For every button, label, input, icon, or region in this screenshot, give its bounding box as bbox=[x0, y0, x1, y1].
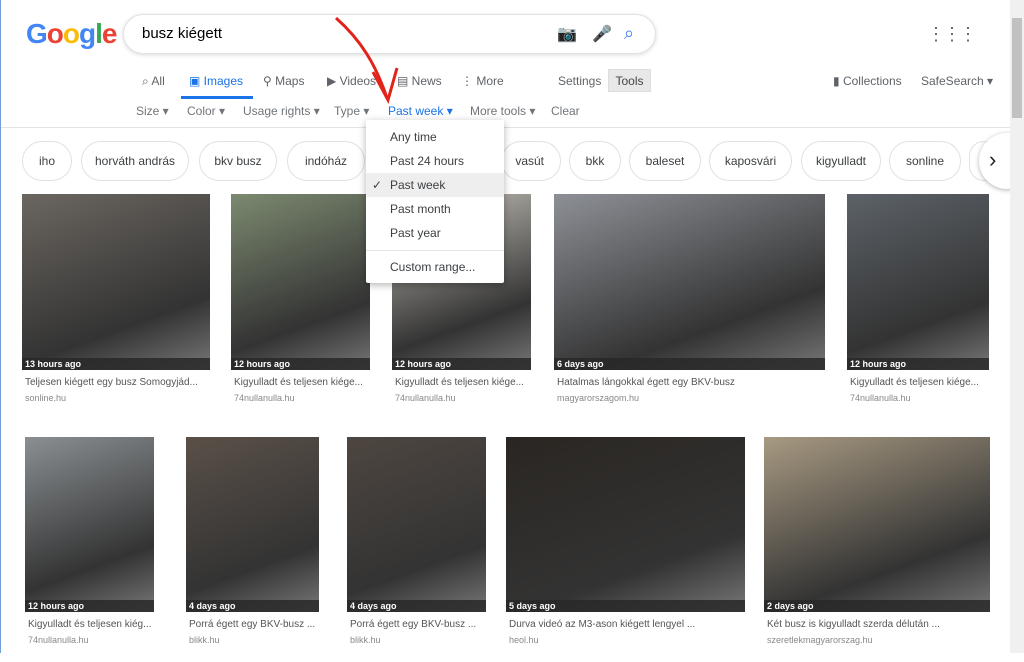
chip[interactable]: kaposvári bbox=[709, 141, 792, 181]
result-thumbnail[interactable] bbox=[25, 437, 154, 612]
result-age: 12 hours ago bbox=[392, 358, 531, 370]
scrollbar-thumb[interactable] bbox=[1012, 18, 1022, 118]
filter-size[interactable]: Size ▾ bbox=[136, 104, 169, 118]
result-age: 13 hours ago bbox=[22, 358, 210, 370]
filter-usage-rights[interactable]: Usage rights ▾ bbox=[243, 104, 320, 118]
divider bbox=[1, 127, 1011, 128]
result-thumbnail[interactable] bbox=[764, 437, 990, 612]
image-result[interactable]: 4 days ago Porrá égett egy BKV-busz ... … bbox=[347, 437, 486, 662]
search-icon[interactable]: ⌕ bbox=[624, 23, 634, 44]
result-source[interactable]: blikk.hu bbox=[350, 635, 381, 645]
menu-divider bbox=[366, 250, 504, 251]
tab-label: All bbox=[151, 74, 165, 88]
microphone-icon[interactable]: 🎤 bbox=[592, 24, 612, 44]
chip[interactable]: iho bbox=[22, 141, 72, 181]
scrollbar[interactable] bbox=[1010, 0, 1024, 653]
result-source[interactable]: 74nullanulla.hu bbox=[234, 393, 295, 403]
result-age: 12 hours ago bbox=[231, 358, 370, 370]
result-title[interactable]: Két busz is kigyulladt szerda délután ..… bbox=[767, 619, 993, 630]
image-result[interactable]: 12 hours ago Kigyulladt és teljesen kiég… bbox=[231, 194, 370, 420]
result-title[interactable]: Porrá égett egy BKV-busz ... bbox=[350, 619, 489, 630]
result-age: 4 days ago bbox=[186, 600, 319, 612]
result-title[interactable]: Kigyulladt és teljesen kiége... bbox=[850, 377, 992, 388]
image-result[interactable]: 13 hours ago Teljesen kiégett egy busz S… bbox=[22, 194, 210, 420]
chip[interactable]: vasút bbox=[501, 141, 561, 181]
result-source[interactable]: sonline.hu bbox=[25, 393, 66, 403]
filter-more-tools[interactable]: More tools ▾ bbox=[470, 104, 535, 118]
chip[interactable]: indóház bbox=[287, 141, 365, 181]
result-source[interactable]: 74nullanulla.hu bbox=[28, 635, 89, 645]
tab-label: News bbox=[411, 74, 442, 88]
chip[interactable]: bkk bbox=[569, 141, 621, 181]
result-title[interactable]: Kigyulladt és teljesen kiége... bbox=[234, 377, 373, 388]
time-dropdown-menu: Any time Past 24 hours ✓ Past week Past m… bbox=[366, 120, 504, 283]
menu-item-past-24-hours[interactable]: Past 24 hours bbox=[366, 149, 504, 173]
chip[interactable]: horváth andrás bbox=[81, 141, 189, 181]
image-result[interactable]: 5 days ago Durva videó az M3-ason kiéget… bbox=[506, 437, 745, 662]
result-thumbnail[interactable] bbox=[506, 437, 745, 612]
result-thumbnail[interactable] bbox=[347, 437, 486, 612]
checkmark-icon: ✓ bbox=[372, 178, 383, 192]
tools-button[interactable]: Tools bbox=[608, 69, 651, 92]
menu-item-past-month[interactable]: Past month bbox=[366, 197, 504, 221]
apps-grid-icon[interactable]: ⋮⋮⋮ bbox=[927, 24, 977, 45]
image-result[interactable]: 12 hours ago Kigyulladt és teljesen kiég… bbox=[847, 194, 989, 420]
chip[interactable]: baleset bbox=[629, 141, 701, 181]
result-source[interactable]: szeretlekmagyarorszag.hu bbox=[767, 635, 873, 645]
tab-images[interactable]: ▣ Images bbox=[189, 74, 243, 88]
collections-label: Collections bbox=[842, 74, 902, 88]
clear-button[interactable]: Clear bbox=[551, 104, 580, 118]
result-title[interactable]: Kigyulladt és teljesen kiég... bbox=[28, 619, 157, 630]
tab-label: Maps bbox=[275, 74, 305, 88]
chip[interactable]: bkv busz bbox=[199, 141, 277, 181]
collections-button[interactable]: ▮ Collections bbox=[833, 74, 902, 88]
result-age: 12 hours ago bbox=[25, 600, 154, 612]
tab-all[interactable]: ⌕ All bbox=[142, 74, 165, 89]
result-source[interactable]: heol.hu bbox=[509, 635, 539, 645]
result-source[interactable]: magyarorszagom.hu bbox=[557, 393, 639, 403]
result-thumbnail[interactable] bbox=[186, 437, 319, 612]
result-thumbnail[interactable] bbox=[847, 194, 989, 370]
result-age: 4 days ago bbox=[347, 600, 486, 612]
camera-icon[interactable]: 📷 bbox=[557, 24, 577, 44]
settings-button[interactable]: Settings bbox=[558, 74, 601, 88]
result-age: 12 hours ago bbox=[847, 358, 989, 370]
filter-color[interactable]: Color ▾ bbox=[187, 104, 225, 118]
tab-maps[interactable]: ⚲ Maps bbox=[263, 74, 304, 88]
safesearch-button[interactable]: SafeSearch ▾ bbox=[921, 74, 993, 88]
tab-label: Images bbox=[203, 74, 244, 88]
result-age: 6 days ago bbox=[554, 358, 825, 370]
result-age: 5 days ago bbox=[506, 600, 745, 612]
image-result[interactable]: 2 days ago Két busz is kigyulladt szerda… bbox=[764, 437, 990, 662]
red-arrow-annotation bbox=[335, 16, 399, 104]
result-source[interactable]: blikk.hu bbox=[189, 635, 220, 645]
result-thumbnail[interactable] bbox=[554, 194, 825, 370]
menu-item-past-week[interactable]: ✓ Past week bbox=[366, 173, 504, 197]
image-result[interactable]: 12 hours ago Kigyulladt és teljesen kiég… bbox=[25, 437, 154, 662]
google-logo[interactable]: Google bbox=[26, 18, 117, 50]
result-source[interactable]: 74nullanulla.hu bbox=[850, 393, 911, 403]
result-thumbnail[interactable] bbox=[231, 194, 370, 370]
active-tab-indicator bbox=[181, 96, 253, 99]
menu-item-any-time[interactable]: Any time bbox=[366, 125, 504, 149]
chip[interactable]: sonline bbox=[889, 141, 961, 181]
chip[interactable]: kigyulladt bbox=[801, 141, 881, 181]
tab-more[interactable]: ⋮ More bbox=[461, 74, 504, 88]
image-result[interactable]: 4 days ago Porrá égett egy BKV-busz ... … bbox=[186, 437, 319, 662]
result-source[interactable]: 74nullanulla.hu bbox=[395, 393, 456, 403]
result-title[interactable]: Kigyulladt és teljesen kiége... bbox=[395, 377, 534, 388]
menu-item-past-year[interactable]: Past year bbox=[366, 221, 504, 245]
menu-item-label: Past week bbox=[390, 178, 446, 192]
result-title[interactable]: Teljesen kiégett egy busz Somogyjád... bbox=[25, 377, 213, 388]
menu-item-custom-range[interactable]: Custom range... bbox=[366, 255, 504, 279]
image-result[interactable]: 6 days ago Hatalmas lángokkal égett egy … bbox=[554, 194, 825, 420]
result-age: 2 days ago bbox=[764, 600, 990, 612]
tab-label: More bbox=[476, 74, 504, 88]
result-thumbnail[interactable] bbox=[22, 194, 210, 370]
result-title[interactable]: Porrá égett egy BKV-busz ... bbox=[189, 619, 322, 630]
result-title[interactable]: Hatalmas lángokkal égett egy BKV-busz bbox=[557, 377, 828, 388]
result-title[interactable]: Durva videó az M3-ason kiégett lengyel .… bbox=[509, 619, 748, 630]
